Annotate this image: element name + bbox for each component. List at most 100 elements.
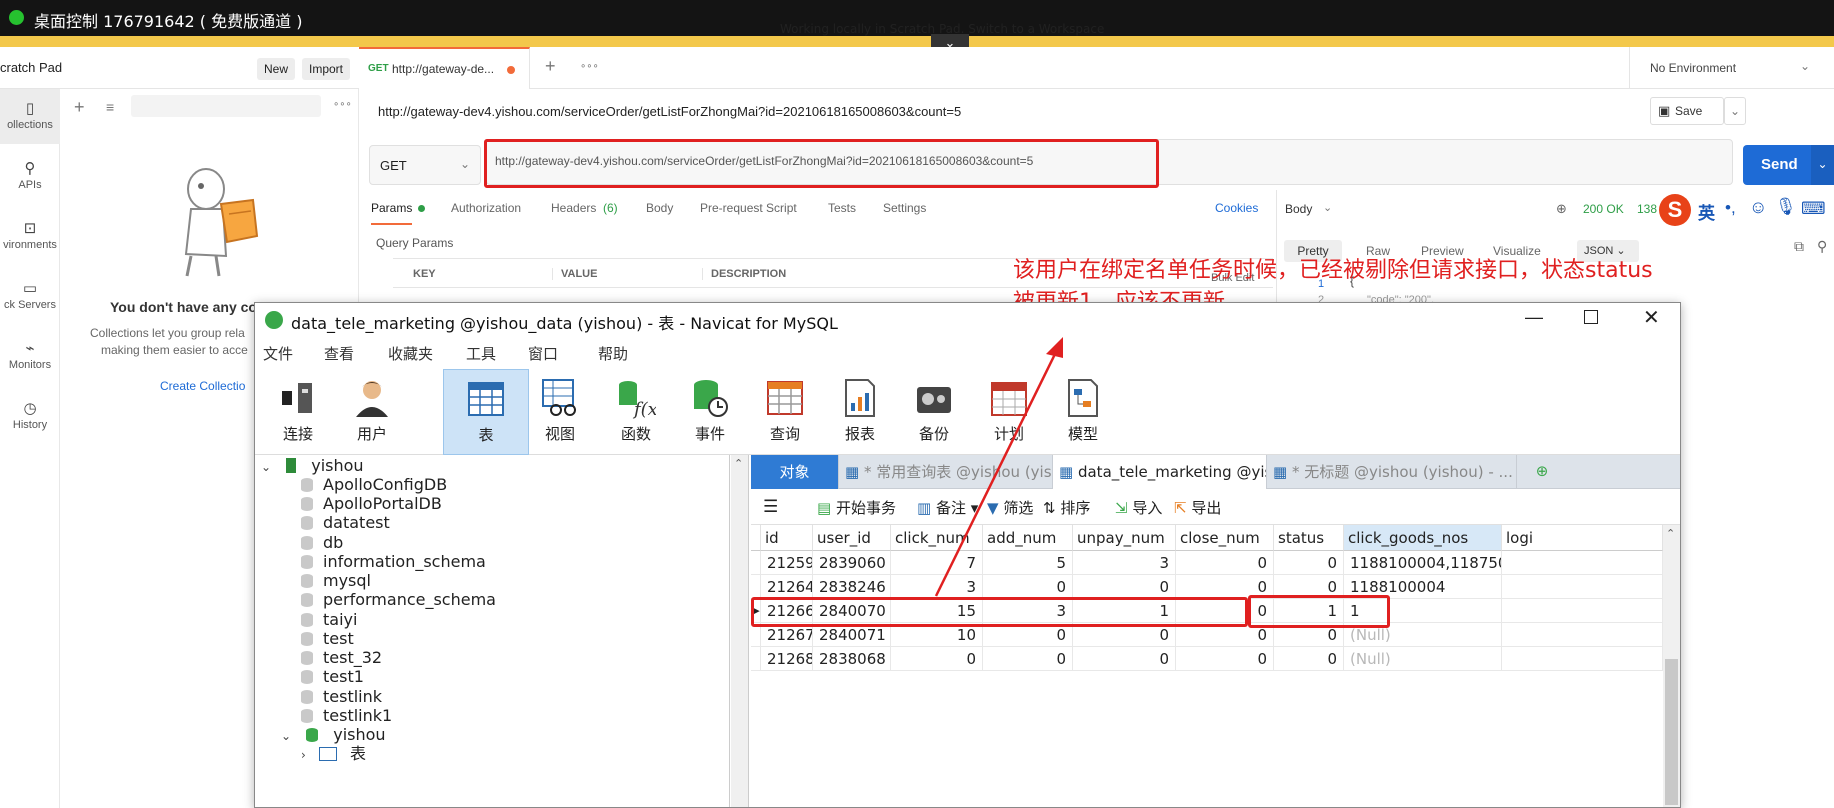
sidebar-item-monitors[interactable]: ⌁ Monitors xyxy=(0,339,60,371)
sidebar-item-mock-servers[interactable]: ▭ ck Servers xyxy=(0,279,60,311)
cell-user-id[interactable]: 2838246 xyxy=(813,575,891,599)
tool-event[interactable]: 事件 xyxy=(667,369,753,455)
ime-voice-icon[interactable]: 🎙 xyxy=(1775,197,1797,217)
memo-button[interactable]: ▥ 备注 ▾ xyxy=(917,497,978,518)
scroll-up-icon[interactable]: ⌃ xyxy=(1666,527,1675,540)
menu-view[interactable]: 查看 xyxy=(324,343,354,364)
new-button[interactable]: New xyxy=(257,58,295,80)
col-header-click-goods-nos[interactable]: click_goods_nos xyxy=(1344,525,1502,551)
tree-tables-node[interactable]: › 表 xyxy=(301,743,366,765)
tab-data-tele-marketing[interactable]: ▦ data_tele_marketing @yisho... xyxy=(1053,455,1267,489)
cell-logi[interactable] xyxy=(1502,551,1663,575)
environment-selector[interactable]: No Environment ⌄ xyxy=(1629,47,1834,89)
col-header-logi[interactable]: logi xyxy=(1502,525,1663,551)
cell-user-id[interactable]: 2838068 xyxy=(813,647,891,671)
row-selector[interactable] xyxy=(751,647,761,671)
tab-headers[interactable]: Headers xyxy=(551,201,596,215)
cell-add-num[interactable]: 0 xyxy=(983,647,1073,671)
sidebar-item-history[interactable]: ◷ History xyxy=(0,399,60,431)
cell-id[interactable]: 21264 xyxy=(761,575,813,599)
cell-id[interactable]: 21268 xyxy=(761,647,813,671)
cell-unpay-num[interactable]: 0 xyxy=(1073,575,1176,599)
cell-status[interactable]: 0 xyxy=(1274,647,1344,671)
cell-logi[interactable] xyxy=(1502,575,1663,599)
menu-icon[interactable]: ☰ xyxy=(763,497,778,517)
create-collection-link[interactable]: Create Collectio xyxy=(160,379,245,393)
scroll-up-icon[interactable]: ⌃ xyxy=(734,457,743,470)
col-header-user-id[interactable]: user_id xyxy=(813,525,891,551)
cell-logi[interactable] xyxy=(1502,647,1663,671)
menu-file[interactable]: 文件 xyxy=(263,343,293,364)
tab-authorization[interactable]: Authorization xyxy=(451,201,521,215)
tool-query[interactable]: 查询 xyxy=(742,369,828,455)
tree-db[interactable]: datatest xyxy=(301,512,390,534)
new-tab-icon[interactable]: ⊕ xyxy=(1531,462,1553,482)
cell-click-goods-nos[interactable]: 1188100004,1187500003, xyxy=(1344,551,1502,575)
sidebar-item-collections[interactable]: ▯ ollections xyxy=(0,89,60,144)
collections-more-icon[interactable]: ∘∘∘ xyxy=(333,99,352,110)
menu-help[interactable]: 帮助 xyxy=(598,343,628,364)
tab-options-icon[interactable]: ∘∘∘ xyxy=(580,61,599,72)
filter-button[interactable]: ▼ 筛选 xyxy=(987,497,1033,518)
tab-common-query[interactable]: ▦ * 常用查询表 @yishou (yish... xyxy=(839,455,1053,489)
tree-scrollbar[interactable]: ⌃ xyxy=(731,455,749,807)
menu-window[interactable]: 窗口 xyxy=(528,343,558,364)
maximize-icon[interactable] xyxy=(1584,310,1598,324)
cell-close-num[interactable]: 0 xyxy=(1176,551,1274,575)
save-options-button[interactable]: ⌄ xyxy=(1724,97,1746,125)
cell-click-num[interactable]: 3 xyxy=(891,575,983,599)
tab-objects[interactable]: 对象 xyxy=(751,455,839,489)
request-tab[interactable]: GET http://gateway-de... xyxy=(359,47,530,89)
row-selector[interactable] xyxy=(751,575,761,599)
tab-body[interactable]: Body xyxy=(646,201,673,215)
cell-add-num[interactable]: 5 xyxy=(983,551,1073,575)
cell-click-num[interactable]: 0 xyxy=(891,647,983,671)
save-button[interactable]: ▣ Save xyxy=(1650,97,1724,125)
col-header-add-num[interactable]: add_num xyxy=(983,525,1073,551)
tool-backup[interactable]: 备份 xyxy=(891,369,977,455)
tab-tests[interactable]: Tests xyxy=(828,201,856,215)
sidebar-item-environments[interactable]: ⊡ vironments xyxy=(0,219,60,251)
new-tab-plus-icon[interactable]: + xyxy=(545,56,556,77)
ime-keyboard-icon[interactable]: ⌨ xyxy=(1801,199,1826,219)
filter-icon[interactable]: ≡ xyxy=(106,99,114,115)
cell-close-num[interactable]: 0 xyxy=(1176,647,1274,671)
cell-logi[interactable] xyxy=(1502,599,1663,623)
cell-click-num[interactable]: 7 xyxy=(891,551,983,575)
sort-button[interactable]: ⇅ 排序 xyxy=(1043,497,1090,518)
response-body-label[interactable]: Body xyxy=(1285,202,1312,216)
search-icon[interactable]: ⚲ xyxy=(1817,238,1827,255)
tool-user[interactable]: 用户 xyxy=(329,369,415,455)
col-header-click-num[interactable]: click_num xyxy=(891,525,983,551)
ime-punct-icon[interactable]: •, xyxy=(1725,198,1736,218)
import-button[interactable]: ⇲ 导入 xyxy=(1115,497,1162,518)
col-header-status[interactable]: status xyxy=(1274,525,1344,551)
menu-favorites[interactable]: 收藏夹 xyxy=(388,343,433,364)
import-button[interactable]: Import xyxy=(302,58,350,80)
add-collection-icon[interactable]: + xyxy=(74,97,85,118)
tab-untitled[interactable]: ▦ * 无标题 @yishou (yishou) - ... xyxy=(1267,455,1517,489)
cookies-link[interactable]: Cookies xyxy=(1215,201,1258,215)
grid-scrollbar[interactable]: ⌃ xyxy=(1663,525,1680,807)
cell-id[interactable]: 21259 xyxy=(761,551,813,575)
tab-pre-request-script[interactable]: Pre-request Script xyxy=(700,201,797,215)
col-header-unpay-num[interactable]: unpay_num xyxy=(1073,525,1176,551)
col-header-close-num[interactable]: close_num xyxy=(1176,525,1274,551)
tab-settings[interactable]: Settings xyxy=(883,201,926,215)
begin-transaction-button[interactable]: ▤ 开始事务 xyxy=(817,497,896,518)
tree-db[interactable]: performance_schema xyxy=(301,589,496,611)
tab-params[interactable]: Params xyxy=(371,201,413,225)
ime-logo-icon[interactable]: S xyxy=(1659,194,1691,226)
ime-emoji-icon[interactable]: ☺ xyxy=(1749,197,1767,218)
cell-status[interactable]: 0 xyxy=(1274,551,1344,575)
cell-logi[interactable] xyxy=(1502,623,1663,647)
scroll-thumb[interactable] xyxy=(1665,659,1678,805)
cell-unpay-num[interactable]: 3 xyxy=(1073,551,1176,575)
tool-model[interactable]: 模型 xyxy=(1040,369,1126,455)
cell-add-num[interactable]: 0 xyxy=(983,575,1073,599)
copy-icon[interactable]: ⧉ xyxy=(1794,238,1804,255)
row-selector[interactable] xyxy=(751,551,761,575)
send-options-button[interactable]: ⌄ xyxy=(1811,145,1834,185)
cell-unpay-num[interactable]: 0 xyxy=(1073,647,1176,671)
ime-lang-toggle[interactable]: 英 xyxy=(1698,199,1715,224)
